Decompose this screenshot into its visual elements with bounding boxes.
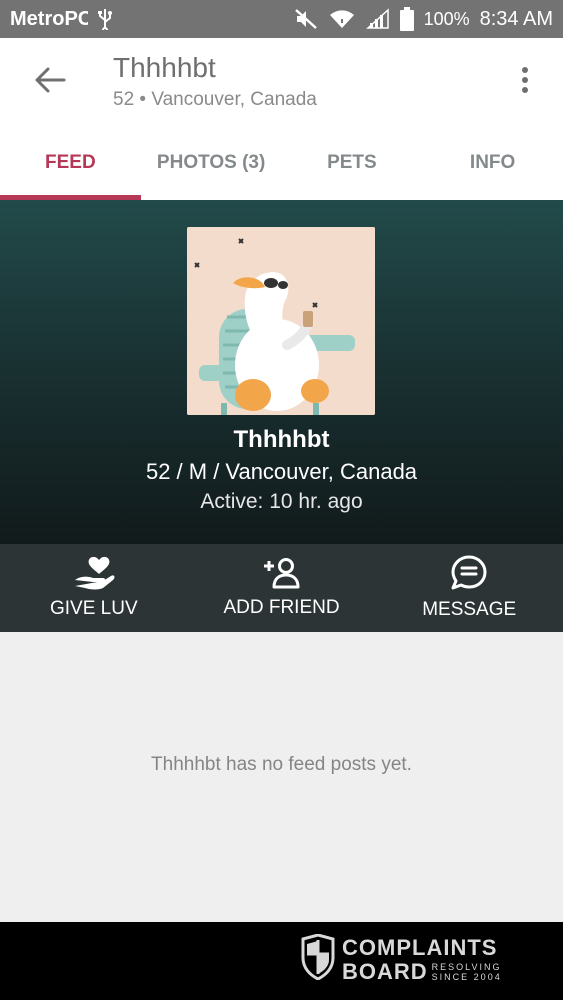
more-options-button[interactable]	[515, 66, 535, 98]
add-friend-button[interactable]: ADD FRIEND	[188, 544, 376, 632]
battery-icon	[399, 7, 414, 31]
mute-icon	[294, 8, 318, 30]
complaintsboard-logo: COMPLAINTS BOARD RESOLVING SINCE 2004	[300, 933, 502, 985]
add-person-icon	[262, 557, 302, 589]
action-bar: GIVE LUV ADD FRIEND MESSAGE	[0, 544, 563, 632]
back-arrow-icon	[34, 67, 66, 98]
usb-icon	[96, 8, 114, 30]
signal-icon	[365, 8, 390, 30]
status-left: MetroPCS	[10, 8, 114, 31]
status-bar: MetroPCS 100% 8:34 AM	[0, 0, 563, 38]
logo-tagline: RESOLVING SINCE 2004	[432, 962, 502, 982]
tab-pets[interactable]: PETS	[282, 126, 423, 200]
message-button[interactable]: MESSAGE	[375, 544, 563, 632]
wifi-icon	[328, 8, 356, 30]
page-subtitle: 52 • Vancouver, Canada	[113, 89, 317, 110]
avatar-duck-illustration	[187, 227, 375, 415]
message-label: MESSAGE	[422, 599, 517, 620]
heart-hand-icon	[73, 556, 115, 590]
profile-tabs: FEED PHOTOS (3) PETS INFO	[0, 126, 563, 200]
logo-tag1: RESOLVING	[431, 961, 502, 972]
status-right: 100% 8:34 AM	[294, 7, 553, 31]
give-luv-button[interactable]: GIVE LUV	[0, 544, 188, 632]
logo-line1: COMPLAINTS	[342, 934, 498, 960]
give-luv-label: GIVE LUV	[50, 598, 138, 619]
feed-area: Thhhhbt has no feed posts yet.	[0, 632, 563, 922]
more-vertical-icon	[521, 66, 529, 99]
battery-percent: 100%	[423, 8, 470, 29]
logo-tag2: SINCE 2004	[431, 971, 502, 982]
empty-feed-message: Thhhhbt has no feed posts yet.	[151, 754, 412, 775]
back-button[interactable]	[30, 64, 70, 100]
page-title: Thhhhbt	[113, 52, 216, 83]
logo-board: BOARD	[342, 958, 428, 984]
clock: 8:34 AM	[479, 7, 553, 30]
avatar[interactable]	[187, 227, 375, 415]
tab-info[interactable]: INFO	[422, 126, 563, 200]
profile-header: Thhhhbt 52 / M / Vancouver, Canada Activ…	[0, 200, 563, 544]
profile-name: Thhhhbt	[233, 426, 330, 453]
logo-line2: BOARD RESOLVING SINCE 2004	[342, 958, 502, 984]
last-active: Active: 10 hr. ago	[200, 490, 363, 513]
app-bar: Thhhhbt 52 • Vancouver, Canada	[0, 38, 563, 126]
chat-bubble-icon	[450, 555, 488, 591]
tab-photos[interactable]: PHOTOS (3)	[141, 126, 282, 200]
watermark-bar: COMPLAINTS BOARD RESOLVING SINCE 2004	[0, 922, 563, 1000]
add-friend-label: ADD FRIEND	[223, 597, 340, 618]
tab-feed[interactable]: FEED	[0, 126, 141, 200]
shield-icon	[300, 933, 336, 985]
carrier-name: MetroPCS	[10, 7, 88, 30]
profile-details: 52 / M / Vancouver, Canada	[145, 459, 418, 484]
logo-text: COMPLAINTS BOARD RESOLVING SINCE 2004	[342, 934, 502, 984]
